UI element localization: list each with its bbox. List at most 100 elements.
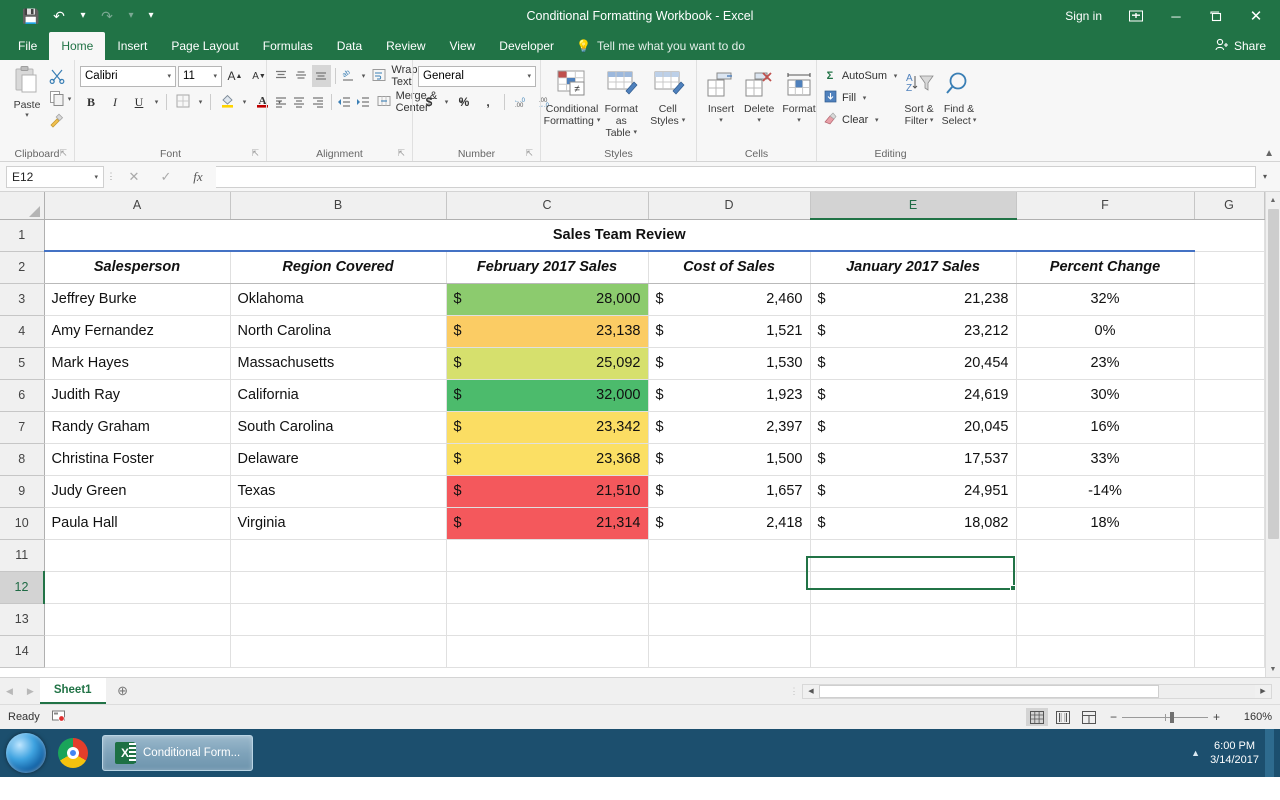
cell-c12[interactable]: [446, 571, 649, 604]
cell-percent-change[interactable]: 18%: [1016, 507, 1195, 540]
scroll-right-icon[interactable]: ▶: [1255, 687, 1271, 695]
find-select-button[interactable]: Find & Select ▾: [938, 65, 980, 129]
expand-formula-bar-icon[interactable]: ▾: [1256, 172, 1274, 181]
customize-qat-icon[interactable]: ▾: [142, 4, 160, 28]
cell-percent-change[interactable]: 32%: [1016, 283, 1195, 316]
fill-color-dropdown-icon[interactable]: ▾: [240, 98, 249, 106]
page-layout-view-button[interactable]: [1052, 708, 1074, 726]
cell-c13[interactable]: [446, 603, 649, 636]
italic-button[interactable]: I: [104, 91, 126, 113]
previous-sheet-icon[interactable]: ◀: [6, 686, 13, 697]
cell-b13[interactable]: [230, 603, 447, 636]
cell-january-sales[interactable]: $20,045: [810, 411, 1017, 444]
increase-indent-button[interactable]: [354, 91, 372, 113]
tab-data[interactable]: Data: [325, 32, 374, 60]
cell-salesperson[interactable]: Jeffrey Burke: [44, 283, 231, 316]
cell-cost-of-sales[interactable]: $1,530: [648, 347, 811, 380]
vertical-scroll-thumb[interactable]: [1267, 209, 1279, 539]
horizontal-scroll-thumb[interactable]: [819, 684, 1160, 698]
col-header-january-sales[interactable]: January 2017 Sales: [810, 251, 1017, 284]
delete-cells-button[interactable]: Delete ▾: [740, 65, 778, 129]
row-header-1[interactable]: 1: [0, 219, 45, 252]
col-header-region[interactable]: Region Covered: [230, 251, 447, 284]
paste-dropdown-icon[interactable]: ▾: [25, 111, 29, 119]
cell-january-sales[interactable]: $24,619: [810, 379, 1017, 412]
tab-review[interactable]: Review: [374, 32, 437, 60]
tab-page-layout[interactable]: Page Layout: [159, 32, 250, 60]
conditional-formatting-button[interactable]: ≠ Conditional Formatting ▾: [544, 65, 600, 129]
cell-percent-change[interactable]: 23%: [1016, 347, 1195, 380]
collapse-ribbon-icon[interactable]: ▲: [1264, 148, 1274, 159]
select-all-button[interactable]: [0, 192, 45, 220]
taskbar-window-excel[interactable]: X Conditional Form...: [102, 735, 254, 771]
copy-dropdown-icon[interactable]: ▾: [65, 95, 74, 103]
scroll-up-icon[interactable]: ▲: [1266, 192, 1280, 208]
cell-region[interactable]: California: [230, 379, 447, 412]
accounting-dropdown-icon[interactable]: ▾: [442, 98, 451, 106]
restore-icon[interactable]: [1196, 0, 1236, 32]
tab-insert[interactable]: Insert: [105, 32, 159, 60]
normal-view-button[interactable]: [1025, 708, 1048, 726]
cell-g12[interactable]: [1194, 571, 1265, 604]
cell-january-sales[interactable]: $23,212: [810, 315, 1017, 348]
column-header-d[interactable]: D: [648, 192, 811, 220]
cell-b12[interactable]: [230, 571, 447, 604]
cell-february-sales[interactable]: $23,138: [446, 315, 649, 348]
cell-f12[interactable]: [1016, 571, 1195, 604]
page-break-view-button[interactable]: [1078, 708, 1100, 726]
tray-expand-icon[interactable]: ▲: [1191, 748, 1200, 758]
undo-icon[interactable]: ↶: [46, 4, 72, 28]
format-as-table-button[interactable]: Format as Table ▾: [598, 65, 645, 141]
horizontal-scrollbar[interactable]: ◀ ▶: [802, 683, 1272, 699]
column-header-b[interactable]: B: [230, 192, 447, 220]
cell-g14[interactable]: [1194, 635, 1265, 668]
orientation-button[interactable]: ab: [340, 65, 359, 87]
clock[interactable]: 6:00 PM 3/14/2017: [1210, 739, 1259, 767]
number-format-select[interactable]: General ▾: [418, 65, 536, 87]
cell-percent-change[interactable]: -14%: [1016, 475, 1195, 508]
fill-button[interactable]: Fill ▾: [822, 87, 900, 108]
row-header-8[interactable]: 8: [0, 443, 45, 476]
column-header-c[interactable]: C: [446, 192, 649, 220]
insert-function-icon[interactable]: fx: [182, 169, 214, 185]
cell-cost-of-sales[interactable]: $2,397: [648, 411, 811, 444]
save-icon[interactable]: 💾: [18, 4, 44, 28]
cell-b14[interactable]: [230, 635, 447, 668]
cell-c11[interactable]: [446, 539, 649, 572]
tab-formulas[interactable]: Formulas: [251, 32, 325, 60]
cell-g8[interactable]: [1194, 443, 1265, 476]
cell-salesperson[interactable]: Judith Ray: [44, 379, 231, 412]
cell-january-sales[interactable]: $24,951: [810, 475, 1017, 508]
row-header-3[interactable]: 3: [0, 283, 45, 316]
borders-dropdown-icon[interactable]: ▾: [196, 98, 205, 106]
cell-d14[interactable]: [648, 635, 811, 668]
col-header-cost-of-sales[interactable]: Cost of Sales: [648, 251, 811, 284]
cell-styles-button[interactable]: Cell Styles ▾: [645, 65, 692, 129]
confirm-entry-icon[interactable]: ✓: [150, 169, 182, 185]
row-header-9[interactable]: 9: [0, 475, 45, 508]
column-header-a[interactable]: A: [44, 192, 231, 220]
cell-g2[interactable]: [1194, 251, 1265, 284]
name-box[interactable]: E12 ▾: [6, 165, 104, 188]
next-sheet-icon[interactable]: ▶: [27, 686, 34, 697]
cell-g1[interactable]: [1194, 219, 1265, 252]
underline-button[interactable]: U: [128, 91, 150, 113]
row-header-5[interactable]: 5: [0, 347, 45, 380]
underline-dropdown-icon[interactable]: ▾: [152, 98, 161, 106]
row-header-11[interactable]: 11: [0, 539, 45, 572]
cell-january-sales[interactable]: $18,082: [810, 507, 1017, 540]
cell-february-sales[interactable]: $23,342: [446, 411, 649, 444]
zoom-out-button[interactable]: −: [1110, 710, 1117, 724]
cell-percent-change[interactable]: 30%: [1016, 379, 1195, 412]
cell-b11[interactable]: [230, 539, 447, 572]
paste-button[interactable]: Paste ▾: [5, 63, 49, 131]
cell-percent-change[interactable]: 0%: [1016, 315, 1195, 348]
insert-cells-button[interactable]: Insert ▾: [702, 65, 740, 129]
cell-january-sales[interactable]: $17,537: [810, 443, 1017, 476]
orientation-dropdown-icon[interactable]: ▾: [360, 72, 368, 80]
cell-cost-of-sales[interactable]: $1,500: [648, 443, 811, 476]
ribbon-display-options-icon[interactable]: [1116, 0, 1156, 32]
col-header-percent-change[interactable]: Percent Change: [1016, 251, 1195, 284]
cell-salesperson[interactable]: Paula Hall: [44, 507, 231, 540]
cell-g5[interactable]: [1194, 347, 1265, 380]
